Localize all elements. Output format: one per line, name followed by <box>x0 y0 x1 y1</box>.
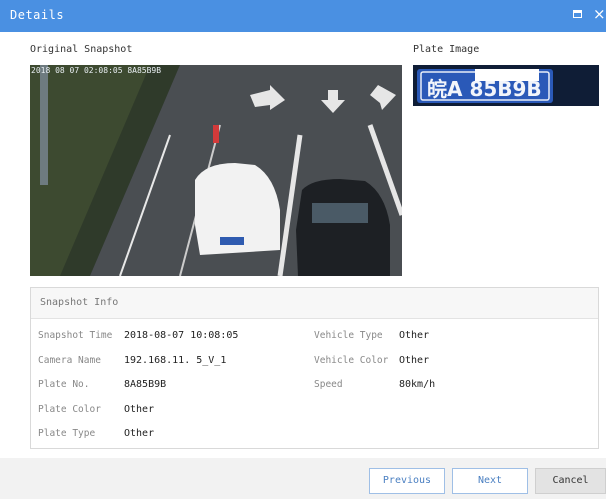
plate-image: 皖A 85B9B <box>413 65 599 106</box>
vehicle-type-label: Vehicle Type <box>314 330 383 341</box>
snapshot-time-label: Snapshot Time <box>38 330 113 341</box>
original-snapshot-image: 2018 08 07 02:08:05 8A85B9B <box>30 65 402 276</box>
plate-type-value: Other <box>124 428 155 439</box>
plate-type-label: Plate Type <box>38 428 96 439</box>
plate-image-label: Plate Image <box>413 44 480 55</box>
original-snapshot-label: Original Snapshot <box>30 44 133 55</box>
snapshot-info-panel: Snapshot Info <box>30 287 599 449</box>
vehicle-color-value: Other <box>399 355 430 366</box>
vehicle-type-value: Other <box>399 330 430 341</box>
plate-color-label: Plate Color <box>38 404 101 415</box>
dialog-title: Details <box>10 8 65 22</box>
snapshot-time-value: 2018-08-07 10:08:05 <box>124 330 239 341</box>
cancel-button[interactable]: Cancel <box>535 468 606 494</box>
plate-no-label: Plate No. <box>38 379 90 390</box>
previous-button[interactable]: Previous <box>369 468 445 494</box>
title-bar: Details × <box>0 0 606 32</box>
plate-color-value: Other <box>124 404 155 415</box>
maximize-icon[interactable] <box>573 10 582 18</box>
next-button[interactable]: Next <box>452 468 528 494</box>
vehicle-color-label: Vehicle Color <box>314 355 389 366</box>
snapshot-info-title: Snapshot Info <box>40 297 119 308</box>
camera-name-value: 192.168.11. 5_V_1 <box>124 355 227 366</box>
camera-name-label: Camera Name <box>38 355 101 366</box>
speed-label: Speed <box>314 379 343 390</box>
plate-no-value: 8A85B9B <box>124 379 167 390</box>
snapshot-info-header: Snapshot Info <box>31 288 598 319</box>
speed-value: 80km/h <box>399 379 436 390</box>
snapshot-timestamp-overlay: 2018 08 07 02:08:05 8A85B9B <box>31 66 162 75</box>
close-icon[interactable]: × <box>593 5 606 23</box>
